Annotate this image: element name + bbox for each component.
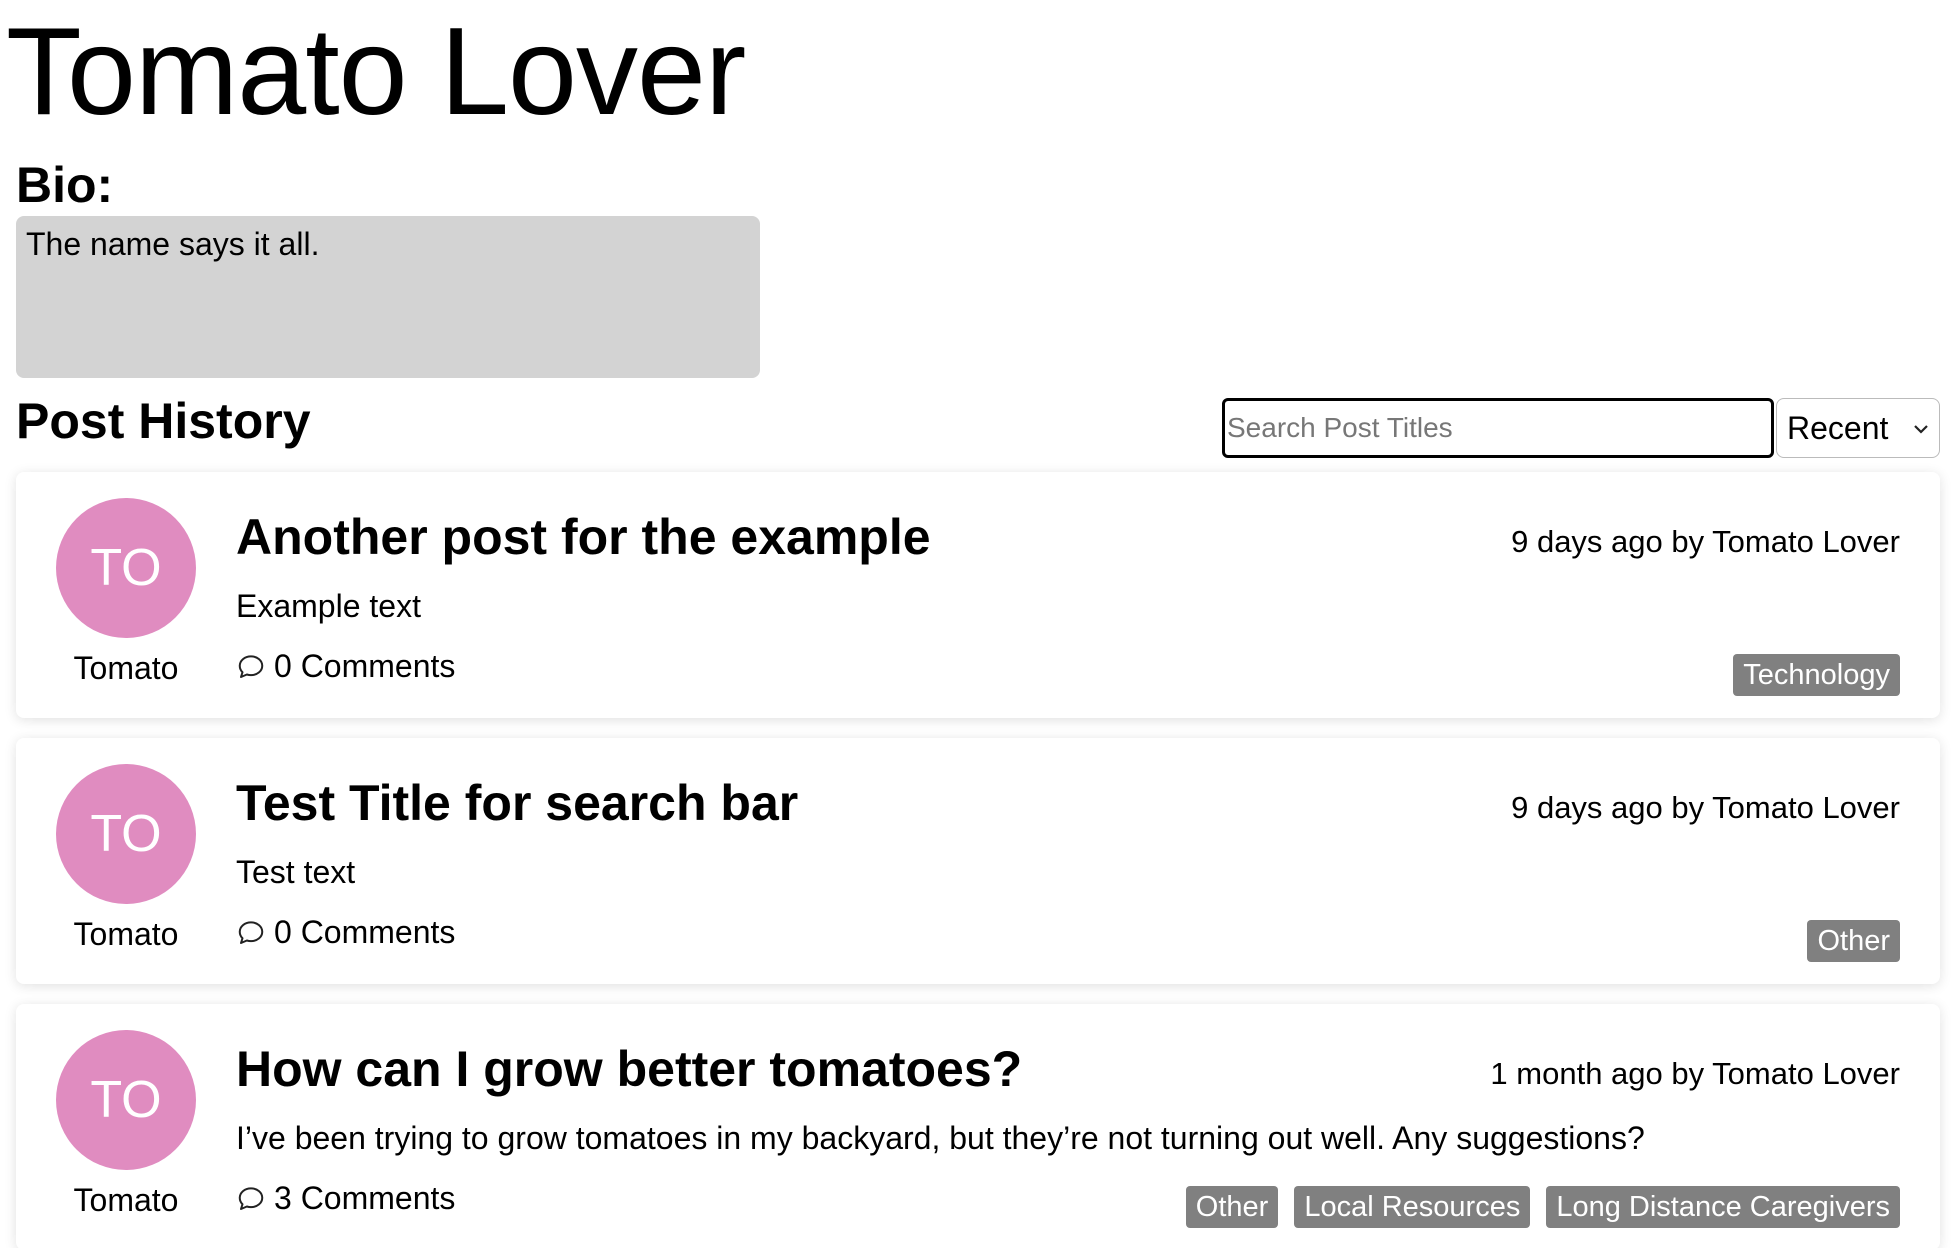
post-meta: 1 month ago by Tomato Lover (1490, 1056, 1900, 1091)
avatar-initials: TO (90, 805, 162, 863)
bio-text: The name says it all. (26, 226, 320, 262)
comments-link[interactable]: 0 Comments (236, 914, 455, 951)
post-meta: 9 days ago by Tomato Lover (1511, 790, 1900, 825)
comments-count: 0 Comments (274, 914, 456, 950)
search-input[interactable] (1222, 398, 1774, 458)
post-history-header: Post History Recent (16, 384, 1940, 472)
post-title[interactable]: Another post for the example (236, 510, 931, 565)
sort-selected-value: Recent (1787, 409, 1889, 446)
post-list: TO Tomato Another post for the example 9… (16, 472, 1940, 1248)
comments-link[interactable]: 0 Comments (236, 648, 455, 685)
chevron-down-icon (1913, 417, 1929, 440)
tag-list: Other (1807, 920, 1900, 962)
sort-select[interactable]: Recent (1776, 398, 1940, 458)
comment-icon (238, 920, 264, 944)
tag-badge[interactable]: Other (1185, 1186, 1279, 1228)
author-name[interactable]: Tomato (56, 916, 196, 953)
post-excerpt: Test text (236, 854, 356, 890)
author-name[interactable]: Tomato (56, 650, 196, 687)
post-title[interactable]: Test Title for search bar (236, 776, 798, 831)
avatar-initials: TO (90, 1071, 162, 1129)
post-card[interactable]: TO Tomato Test Title for search bar 9 da… (16, 738, 1940, 984)
post-title[interactable]: How can I grow better tomatoes? (236, 1042, 1022, 1097)
post-card[interactable]: TO Tomato Another post for the example 9… (16, 472, 1940, 718)
bio-box: The name says it all. (16, 216, 760, 378)
tag-list: Technology (1733, 654, 1900, 696)
post-excerpt: Example text (236, 588, 421, 624)
tag-list: Other Local Resources Long Distance Caregi… (1185, 1186, 1900, 1228)
profile-page: Tomato Lover Bio: The name says it all. … (0, 0, 1956, 1248)
bio-heading: Bio: (16, 157, 114, 213)
profile-name: Tomato Lover (6, 3, 746, 141)
avatar[interactable]: TO (56, 498, 196, 638)
avatar-initials: TO (90, 539, 162, 597)
tag-badge[interactable]: Local Resources (1294, 1186, 1531, 1228)
post-card[interactable]: TO Tomato How can I grow better tomatoes… (16, 1004, 1940, 1248)
avatar[interactable]: TO (56, 1030, 196, 1170)
comments-link[interactable]: 3 Comments (236, 1180, 455, 1217)
comments-count: 3 Comments (274, 1180, 456, 1216)
author-name[interactable]: Tomato (56, 1182, 196, 1219)
comments-count: 0 Comments (274, 648, 456, 684)
tag-badge[interactable]: Technology (1733, 654, 1900, 696)
post-meta: 9 days ago by Tomato Lover (1511, 524, 1900, 559)
post-history-heading: Post History (16, 393, 311, 449)
post-excerpt: I’ve been trying to grow tomatoes in my … (236, 1120, 1645, 1156)
comment-icon (238, 1186, 264, 1210)
tag-badge[interactable]: Long Distance Caregivers (1546, 1186, 1900, 1228)
comment-icon (238, 654, 264, 678)
avatar[interactable]: TO (56, 764, 196, 904)
tag-badge[interactable]: Other (1807, 920, 1900, 962)
